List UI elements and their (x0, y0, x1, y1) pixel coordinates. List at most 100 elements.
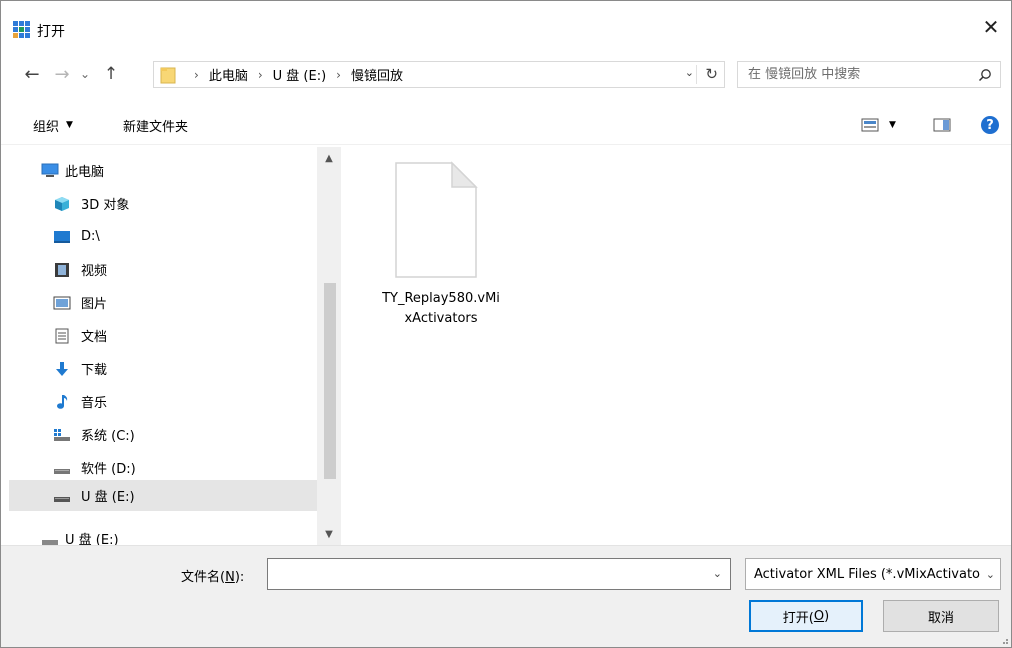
preview-pane-icon (933, 118, 951, 132)
arrow-right-icon: → (54, 63, 70, 85)
refresh-icon[interactable]: ↻ (705, 65, 718, 83)
caret-down-icon: ▼ (889, 120, 896, 130)
search-icon[interactable] (978, 68, 992, 82)
document-icon (55, 328, 69, 343)
scroll-up-icon[interactable]: ▲ (317, 147, 340, 169)
open-file-dialog: 打开 ✕ ← → ⌄ ↑ › 此电脑 › U 盘 (E:) › 慢镜回放 ⌄ ↻… (0, 0, 1012, 648)
cancel-label: 取消 (927, 610, 954, 626)
help-icon: ? (981, 116, 999, 134)
search-input[interactable] (748, 62, 968, 87)
divider (696, 65, 697, 84)
open-label-suffix: ) (824, 608, 830, 624)
arrow-up-icon: ↑ (103, 64, 119, 84)
tree-item-label: 软件 (D:) (81, 462, 136, 477)
new-folder-label: 新建文件夹 (123, 119, 189, 135)
tree-item-label: U 盘 (E:) (65, 533, 119, 545)
open-button[interactable]: 打开(O) (749, 600, 863, 632)
help-button[interactable]: ? (981, 113, 1003, 137)
nav-scrollbar[interactable]: ▲ ▼ (317, 147, 340, 545)
download-icon (56, 361, 68, 376)
tree-item-label: 此电脑 (65, 165, 105, 180)
toolbar: 组织 ▼ 新建文件夹 ▼ ? (1, 105, 1011, 145)
recent-locations-button[interactable]: ⌄ (75, 61, 95, 87)
drive-icon (54, 468, 70, 474)
back-button[interactable]: ← (19, 61, 45, 87)
open-label-accesskey: O (813, 608, 825, 624)
generic-file-icon (395, 161, 478, 278)
search-box (737, 61, 1001, 88)
view-options-icon (861, 118, 879, 132)
window-title: 打开 (37, 24, 65, 40)
cancel-button[interactable]: 取消 (883, 600, 999, 632)
tree-item-documents[interactable]: 文档 (9, 320, 317, 351)
resize-grip-icon[interactable] (999, 635, 1009, 645)
change-view-button[interactable]: ▼ (861, 113, 907, 137)
tree-item-pictures[interactable]: 图片 (9, 287, 317, 318)
new-folder-button[interactable]: 新建文件夹 (123, 113, 188, 137)
filename-label-text: 文件名( (181, 570, 226, 585)
dialog-footer: 文件名(N): ⌄ Activator XML Files (*.vMixAct… (1, 545, 1011, 647)
breadcrumb-usb-drive[interactable]: U 盘 (E:) (273, 65, 327, 84)
chevron-down-icon: ⌄ (79, 67, 91, 81)
filename-input[interactable] (274, 563, 694, 585)
breadcrumb-this-pc[interactable]: 此电脑 (209, 65, 248, 84)
open-label-text: 打开( (782, 610, 814, 626)
filetype-select[interactable]: Activator XML Files (*.vMixActivators) ⌄ (745, 558, 1001, 590)
organize-label: 组织 (33, 119, 60, 135)
drive-icon (54, 230, 70, 243)
preview-pane-button[interactable] (933, 113, 953, 137)
tree-item-label: 系统 (C:) (81, 429, 135, 444)
file-name: TY_Replay580.vMixActivators (382, 291, 500, 326)
tree-item-label: 文档 (81, 330, 108, 345)
address-bar[interactable]: › 此电脑 › U 盘 (E:) › 慢镜回放 ⌄ ↻ (153, 61, 725, 88)
music-icon (57, 394, 68, 409)
video-icon (55, 262, 69, 277)
app-grid-icon (13, 21, 31, 39)
tree-item-label: U 盘 (E:) (81, 490, 135, 505)
3d-objects-icon (55, 196, 69, 211)
tree-item-videos[interactable]: 视频 (9, 254, 317, 285)
breadcrumb-separator[interactable]: › (336, 68, 341, 82)
breadcrumb-current-folder[interactable]: 慢镜回放 (351, 65, 403, 84)
tree-item-this-pc[interactable]: 此电脑 (9, 155, 317, 186)
breadcrumb-separator[interactable]: › (258, 68, 263, 82)
navigation-pane: 此电脑 3D 对象 D:\ 视频 图片 文档 下载 音乐 系统 (C:) 软件 … (9, 147, 341, 545)
arrow-left-icon: ← (24, 63, 40, 85)
usb-drive-icon (54, 496, 70, 502)
picture-icon (53, 296, 71, 309)
up-button[interactable]: ↑ (98, 61, 124, 87)
tree-item-usb-e[interactable]: U 盘 (E:) (9, 480, 317, 511)
tree-item-system-c[interactable]: 系统 (C:) (9, 419, 317, 450)
scrollbar-thumb[interactable] (324, 283, 336, 479)
address-dropdown-icon[interactable]: ⌄ (685, 66, 694, 79)
scroll-down-icon[interactable]: ▼ (317, 523, 340, 545)
tree-item-label: 视频 (81, 264, 108, 279)
tree-item-software-d[interactable]: 软件 (D:) (9, 452, 317, 483)
breadcrumb-separator: › (194, 67, 199, 82)
system-drive-icon (54, 428, 70, 441)
title-bar: 打开 ✕ (1, 1, 1011, 43)
chevron-down-icon[interactable]: ⌄ (982, 568, 995, 581)
filename-label-accesskey: N (225, 570, 235, 585)
tree-item-label: D:\ (81, 229, 100, 244)
close-button[interactable]: ✕ (971, 11, 1011, 43)
tree-item-label: 图片 (81, 297, 108, 312)
tree-item-usb-e-2[interactable]: U 盘 (E:) (9, 523, 317, 545)
filename-combobox[interactable]: ⌄ (267, 558, 731, 590)
computer-icon (41, 163, 59, 177)
chevron-down-icon[interactable]: ⌄ (713, 567, 722, 580)
folder-icon (160, 67, 176, 84)
usb-drive-icon (42, 539, 58, 545)
filetype-value: Activator XML Files (*.vMixActivators) (754, 567, 980, 582)
tree-item-d-root[interactable]: D:\ (9, 221, 317, 252)
tree-item-downloads[interactable]: 下载 (9, 353, 317, 384)
breadcrumb: › 此电脑 › U 盘 (E:) › 慢镜回放 (184, 62, 403, 87)
filename-label-suffix: ): (234, 570, 245, 585)
forward-button[interactable]: → (49, 61, 75, 87)
organize-button[interactable]: 组织 ▼ (33, 113, 73, 137)
tree-item-label: 3D 对象 (81, 198, 130, 213)
tree-item-3d-objects[interactable]: 3D 对象 (9, 188, 317, 219)
close-icon: ✕ (982, 15, 1000, 39)
filename-label: 文件名(N): (181, 566, 244, 585)
tree-item-music[interactable]: 音乐 (9, 386, 317, 417)
